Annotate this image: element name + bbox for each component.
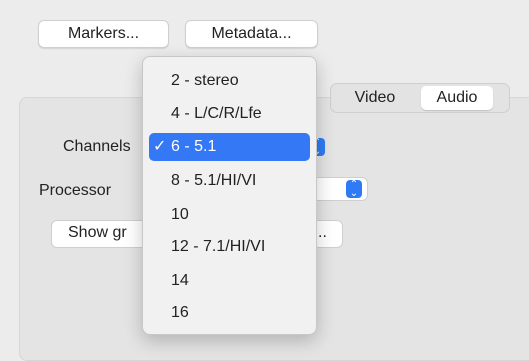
menu-item-14[interactable]: 14 — [149, 267, 310, 295]
menu-item-2-stereo[interactable]: 2 - stereo — [149, 67, 310, 95]
menu-item-16[interactable]: 16 — [149, 299, 310, 327]
markers-button[interactable]: Markers... — [38, 20, 169, 48]
menu-item-label: 10 — [171, 206, 189, 223]
tab-audio[interactable]: Audio — [421, 86, 493, 110]
menu-item-12-7-1-hi-vi[interactable]: 12 - 7.1/HI/VI — [149, 233, 310, 261]
checkmark-icon: ✓ — [153, 138, 167, 155]
menu-item-10[interactable]: 10 — [149, 201, 310, 229]
show-graph-label: Show gr — [68, 224, 127, 241]
channels-dropdown-menu: 2 - stereo 4 - L/C/R/Lfe ✓ 6 - 5.1 8 - 5… — [142, 56, 317, 335]
menu-item-label: 8 - 5.1/HI/VI — [171, 172, 257, 189]
menu-item-label: 12 - 7.1/HI/VI — [171, 238, 266, 255]
menu-item-4-lcrlfe[interactable]: 4 - L/C/R/Lfe — [149, 100, 310, 128]
metadata-button[interactable]: Metadata... — [185, 20, 318, 48]
chevron-up-down-icon[interactable]: ⌃⌄ — [346, 180, 362, 199]
channels-label: Channels — [63, 138, 131, 155]
tab-bar: Video Audio — [330, 83, 510, 113]
show-graph-suffix: .. — [318, 224, 327, 241]
menu-item-label: 16 — [171, 304, 189, 321]
menu-item-6-5-1[interactable]: ✓ 6 - 5.1 — [149, 133, 310, 161]
tab-video[interactable]: Video — [343, 86, 407, 110]
menu-item-label: 4 - L/C/R/Lfe — [171, 105, 262, 122]
menu-item-label: 6 - 5.1 — [171, 138, 217, 155]
menu-item-label: 14 — [171, 272, 189, 289]
menu-item-8-5-1-hi-vi[interactable]: 8 - 5.1/HI/VI — [149, 167, 310, 195]
processor-label: Processor — [39, 182, 112, 199]
menu-item-label: 2 - stereo — [171, 72, 239, 89]
